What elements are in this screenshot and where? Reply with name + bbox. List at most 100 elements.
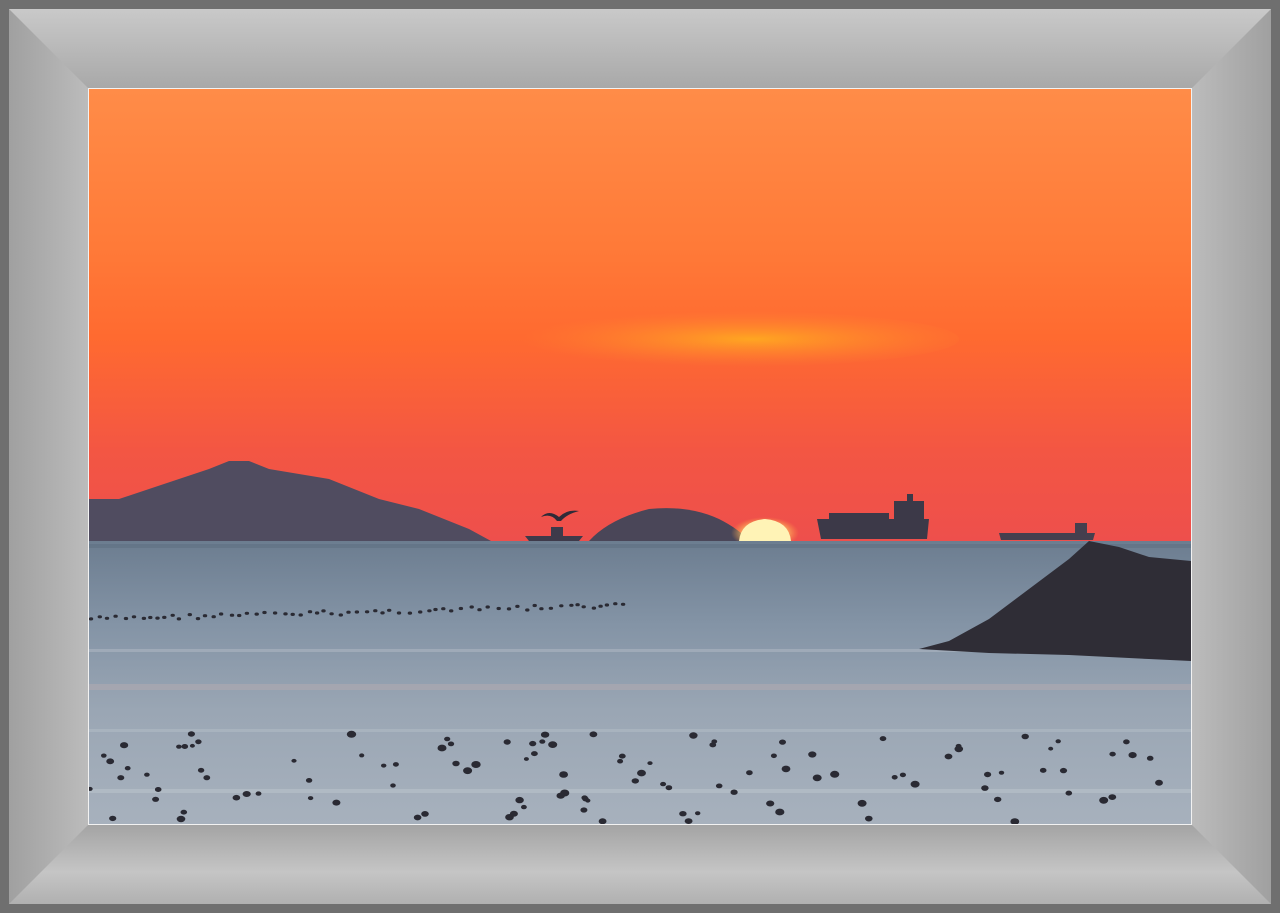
buoy-near <box>637 769 646 777</box>
buoy-near <box>109 815 117 822</box>
buoy-near <box>232 794 241 801</box>
cargo-ship-superstructure <box>894 501 924 521</box>
buoy-near <box>994 796 1002 803</box>
buoy-near <box>910 780 920 788</box>
buoy-near <box>812 774 822 782</box>
buoy-near <box>463 767 473 775</box>
buoy-far <box>373 609 378 613</box>
buoy-far <box>123 616 129 621</box>
buoy-near <box>1055 739 1061 744</box>
buoy-far <box>407 611 413 615</box>
buoy-near <box>618 753 626 759</box>
buoy-near <box>531 751 538 757</box>
buoy-near <box>106 758 115 765</box>
buoy-far <box>449 609 454 613</box>
buoy-far <box>307 610 313 614</box>
buoy-far <box>162 615 167 620</box>
mat-bevel-right <box>1191 9 1271 904</box>
buoy-near <box>830 770 840 778</box>
buoy-near <box>1099 796 1109 804</box>
cloud-glow <box>499 311 959 367</box>
buoy-far <box>131 615 137 619</box>
buoy-far <box>485 605 490 609</box>
buoy-near <box>998 770 1005 775</box>
buoy-near <box>695 811 701 816</box>
buoy-near <box>305 778 313 783</box>
buoy-far <box>329 612 334 616</box>
buoy-near <box>865 815 873 822</box>
buoy-near <box>766 800 775 807</box>
buoy-near <box>715 783 723 789</box>
buoy-near <box>515 796 524 804</box>
buoy-far <box>262 610 267 615</box>
buoy-near <box>779 739 786 745</box>
buoy-near <box>617 758 624 764</box>
buoy-near <box>647 761 653 765</box>
buoy-near <box>421 811 429 817</box>
buoy-far <box>598 604 603 608</box>
buoy-far <box>354 610 360 614</box>
buoy-near <box>392 762 399 767</box>
buoy-near <box>631 778 639 784</box>
buoy-far <box>469 605 474 609</box>
buoy-near <box>346 730 357 738</box>
buoy-far <box>283 612 288 616</box>
buoy-far <box>272 611 278 615</box>
buoy-near <box>660 781 667 787</box>
buoy-far <box>187 613 192 617</box>
buoy-far <box>569 603 574 607</box>
buoy-far <box>559 604 564 608</box>
buoy-near <box>144 772 150 777</box>
buoy-far <box>418 610 423 614</box>
buoy-near <box>1065 790 1073 796</box>
buoy-near <box>1039 767 1047 773</box>
buoy-far <box>433 607 438 612</box>
buoy-near <box>709 742 717 748</box>
buoy-far <box>396 611 402 615</box>
buoy-far <box>581 605 586 609</box>
buoy-far <box>141 616 147 621</box>
buoy-near <box>684 818 693 824</box>
buoy-near <box>509 810 518 817</box>
buoy-near <box>117 775 125 781</box>
buoy-near <box>176 815 186 823</box>
buoy-near <box>891 775 898 780</box>
buoy-near <box>503 739 511 745</box>
buoy-near <box>444 736 451 742</box>
buoy-far <box>89 617 94 621</box>
buoy-far <box>387 608 392 612</box>
buoy-far <box>148 615 153 620</box>
sunset-photo <box>88 88 1192 825</box>
buoy-near <box>120 742 129 749</box>
buoy-far <box>229 613 235 617</box>
buoy-far <box>237 613 242 618</box>
buoy-far <box>244 611 250 615</box>
buoy-far <box>506 607 512 611</box>
buoy-near <box>539 739 546 744</box>
buoy-near <box>899 772 907 778</box>
buoy-near <box>730 789 738 795</box>
buoy-near <box>1109 751 1116 757</box>
buoy-far <box>515 604 520 609</box>
distant-ship <box>999 533 1095 540</box>
buoy-far <box>338 613 343 617</box>
buoy-near <box>556 792 565 799</box>
buoy-near <box>124 766 131 771</box>
cargo-ship <box>817 519 929 539</box>
buoy-near <box>437 744 447 752</box>
buoy-near <box>413 814 422 821</box>
buoy-near <box>679 811 687 817</box>
buoy-far <box>176 617 182 621</box>
buoy-near <box>665 785 673 791</box>
buoy-far <box>298 613 303 617</box>
mat-bevel-bottom <box>9 824 1271 904</box>
small-boat-cabin <box>551 527 563 537</box>
buoy-far <box>321 609 326 613</box>
buoy-near <box>981 785 989 791</box>
buoy-near <box>154 787 162 792</box>
buoy-near <box>598 818 607 824</box>
buoy-near <box>689 732 698 739</box>
buoy-near <box>471 761 481 768</box>
buoy-near <box>770 753 777 759</box>
buoy-near <box>332 799 341 806</box>
